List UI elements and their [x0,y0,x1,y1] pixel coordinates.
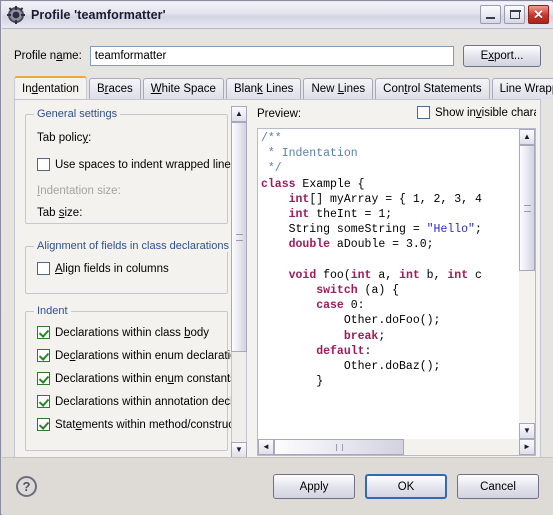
tab-size-label: Tab size: [37,207,83,219]
show-invisible-label: Show invisible chara [435,106,536,119]
indent-enum-declaration-label: Declarations within enum declaration [55,349,231,362]
tab-control-statements[interactable]: Control Statements [375,78,490,99]
gear-icon [7,6,25,24]
minimize-button[interactable] [480,5,501,24]
preview-thumb-grip [523,204,531,212]
indent-annotation-label: Declarations within annotation declar [55,395,231,408]
preview-code-text: /** * Indentation */ class Example { int… [261,132,482,389]
profile-name-input[interactable] [89,46,454,66]
indent-item-class-body[interactable]: Declarations within class body [37,326,209,339]
indent-group: Indent Declarations within class body De… [25,305,231,451]
tab-indentation[interactable]: Indentation [14,76,87,99]
export-button[interactable]: Export... [463,45,541,67]
profile-dialog-window: Profile 'teamformatter' ✕ Profile name: … [0,0,553,515]
indent-item-statements-method[interactable]: Statements within method/constructo [37,418,231,431]
general-settings-title: General settings [34,108,121,120]
preview-code-area[interactable]: /** * Indentation */ class Example { int… [257,128,536,456]
show-invisible-checkbox-row[interactable]: Show invisible chara [417,106,536,119]
preview-scroll-left-button[interactable]: ◄ [258,439,274,455]
title-bar: Profile 'teamformatter' ✕ [2,2,553,29]
indent-statements-label: Statements within method/constructo [55,418,231,431]
preview-hthumb-grip [335,443,343,451]
settings-scroll-area: General settings Tab policy: Use spaces … [20,106,231,458]
tab-white-space[interactable]: White Space [142,78,224,99]
preview-scroll-right-button[interactable]: ► [519,439,535,455]
preview-pane: Preview: Show invisible chara /** * Inde… [255,106,536,474]
indent-class-body-label: Declarations within class body [55,326,210,339]
indent-item-enum-constants[interactable]: Declarations within enum constants [37,372,231,385]
settings-scroll-thumb[interactable] [231,122,247,352]
indent-statements-checkbox[interactable] [37,418,50,431]
general-settings-group: General settings Tab policy: Use spaces … [25,108,231,224]
use-spaces-checkbox-row[interactable]: Use spaces to indent wrapped lines [37,158,231,171]
tab-blank-lines[interactable]: Blank Lines [225,78,302,99]
scroll-thumb-grip [235,233,243,241]
minimize-icon [486,17,495,19]
help-icon[interactable]: ? [16,476,37,497]
tab-bar: Indentation Braces White Space Blank Lin… [14,76,553,99]
preview-scroll-up-button[interactable]: ▲ [519,129,535,145]
settings-scroll-down-button[interactable]: ▼ [231,442,247,458]
settings-pane: General settings Tab policy: Use spaces … [20,106,247,474]
settings-vertical-scrollbar[interactable]: ▲ ▼ [231,106,247,458]
preview-hscroll-thumb[interactable] [274,439,404,455]
align-fields-checkbox-row[interactable]: Align fields in columns [37,262,169,275]
indent-group-title: Indent [34,305,71,317]
indentation-size-label: Indentation size: [37,185,121,197]
preview-vertical-scrollbar[interactable]: ▲ ▼ [519,129,535,439]
tab-line-wrapping[interactable]: Line Wrapping [491,78,553,99]
preview-horizontal-scrollbar[interactable]: ◄ ► [258,439,535,455]
preview-scroll-thumb[interactable] [519,145,535,271]
apply-button[interactable]: Apply [273,474,355,499]
indent-item-annotation-declaration[interactable]: Declarations within annotation declar [37,395,231,408]
align-fields-label: Align fields in columns [55,262,169,275]
tab-braces[interactable]: Braces [88,78,141,99]
indent-enum-constants-label: Declarations within enum constants [55,372,231,385]
alignment-group-title: Alignment of fields in class declaration… [34,240,231,252]
preview-label: Preview: [257,108,302,120]
dialog-content: Profile name: Export... Indentation Brac… [2,29,553,515]
maximize-button[interactable] [504,5,525,24]
preview-header: Preview: Show invisible chara [257,106,536,122]
close-icon: ✕ [533,7,544,22]
tab-policy-label: Tab policy: [37,132,92,144]
dialog-footer: ? Apply OK Cancel [2,457,553,515]
use-spaces-checkbox[interactable] [37,158,50,171]
show-invisible-checkbox[interactable] [417,106,430,119]
profile-name-row: Profile name: Export... [14,45,541,67]
maximize-icon [509,9,521,19]
window-controls: ✕ [480,5,549,24]
close-button[interactable]: ✕ [528,5,549,24]
indent-item-enum-declaration[interactable]: Declarations within enum declaration [37,349,231,362]
indent-annotation-checkbox[interactable] [37,395,50,408]
alignment-group: Alignment of fields in class declaration… [25,240,231,294]
preview-scroll-down-button[interactable]: ▼ [519,423,535,439]
window-title: Profile 'teamformatter' [31,8,166,22]
settings-scroll-up-button[interactable]: ▲ [231,106,247,122]
cancel-button[interactable]: Cancel [457,474,539,499]
indent-enum-declaration-checkbox[interactable] [37,349,50,362]
indentation-tab-page: General settings Tab policy: Use spaces … [14,99,541,484]
use-spaces-label: Use spaces to indent wrapped lines [55,158,231,171]
ok-button[interactable]: OK [365,474,447,499]
tab-new-lines[interactable]: New Lines [303,78,374,99]
align-fields-checkbox[interactable] [37,262,50,275]
indent-class-body-checkbox[interactable] [37,326,50,339]
profile-name-label: Profile name: [14,50,82,62]
indent-enum-constants-checkbox[interactable] [37,372,50,385]
footer-buttons: Apply OK Cancel [273,474,539,499]
